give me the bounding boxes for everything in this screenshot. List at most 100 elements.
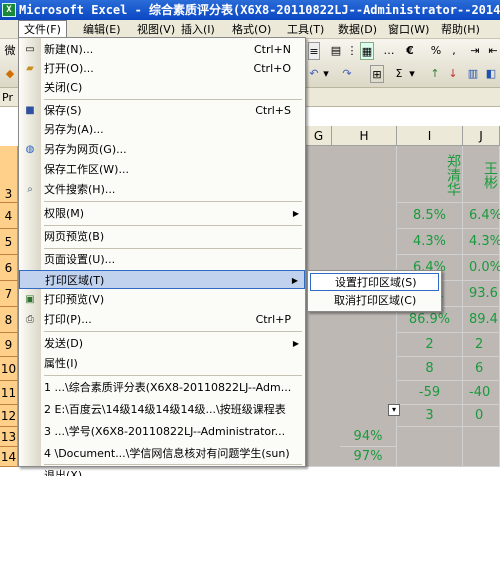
recent-file-4[interactable]: 4 \Document...\学信网信息核对有问题学生(sun): [19, 444, 305, 463]
menu-item-new[interactable]: ▭ 新建(N)... Ctrl+N: [19, 40, 305, 59]
cell-j-empty[interactable]: [463, 427, 500, 467]
cell-j[interactable]: 6.4%: [463, 203, 500, 229]
increase-decimal-icon[interactable]: ⇥: [468, 42, 482, 60]
cell-i[interactable]: 3: [397, 405, 463, 427]
row-header[interactable]: 9: [0, 333, 18, 357]
cell-j-name[interactable]: 王彬: [463, 146, 500, 203]
row-header[interactable]: 8: [0, 307, 18, 333]
recent-file-1[interactable]: 1 ...\综合素质评分表(X6X8-20110822LJ--Adm...: [19, 378, 305, 397]
cell-h[interactable]: 97%: [340, 447, 397, 467]
row-header[interactable]: 5: [0, 229, 18, 255]
cell-i[interactable]: 8.5%: [397, 203, 463, 229]
row-header[interactable]: 13: [0, 427, 18, 447]
bold-align-icon[interactable]: ▤: [330, 42, 342, 60]
open-folder-icon: ▰: [26, 63, 34, 74]
menu-separator: [44, 225, 302, 226]
cell-j[interactable]: 6: [463, 357, 500, 381]
column-header-j[interactable]: J: [463, 126, 500, 146]
cell-h[interactable]: 94%: [340, 427, 397, 447]
cell-j[interactable]: 2: [463, 333, 500, 357]
redo-icon[interactable]: ↷: [340, 65, 354, 83]
printer-icon: ⎙: [26, 314, 34, 325]
cell-j[interactable]: 89.4: [463, 307, 500, 333]
row-header[interactable]: 6: [0, 255, 18, 281]
autofill-options-icon[interactable]: ▾: [388, 404, 400, 416]
cell-i[interactable]: 8: [397, 357, 463, 381]
menu-item-print-preview[interactable]: ▣ 打印预览(V): [19, 290, 305, 309]
column-header-h[interactable]: H: [332, 126, 397, 146]
cell-j[interactable]: 0.0%: [463, 255, 500, 281]
menu-item-close[interactable]: 关闭(C): [19, 78, 305, 97]
row-header[interactable]: 12: [0, 405, 18, 427]
undo-icon[interactable]: ↶: [308, 65, 320, 83]
menu-item-exit[interactable]: 退出(X): [19, 466, 305, 476]
cell-j[interactable]: 0: [463, 405, 500, 427]
toolbar-separator-icon: ⋮: [346, 44, 358, 57]
percent-button[interactable]: %: [430, 42, 442, 60]
menu-item-open[interactable]: ▰ 打开(O)... Ctrl+O: [19, 59, 305, 78]
excel-app-icon: X: [2, 3, 16, 17]
menu-item-send[interactable]: 发送(D) ▶: [19, 334, 305, 353]
menu-item-save-workspace[interactable]: 保存工作区(W)...: [19, 160, 305, 179]
hyperlink-icon[interactable]: ⊞: [370, 65, 384, 83]
row-header[interactable]: 10: [0, 357, 18, 381]
menu-item-properties[interactable]: 属性(I): [19, 354, 305, 373]
cell-j[interactable]: 4.3%: [463, 229, 500, 255]
menu-item-web-preview[interactable]: 网页预览(B): [19, 227, 305, 246]
row-header[interactable]: 7: [0, 281, 18, 307]
column-header-i[interactable]: I: [397, 126, 463, 146]
research-icon[interactable]: ◆: [3, 65, 17, 83]
row-header[interactable]: 4: [0, 203, 18, 229]
menu-separator: [44, 99, 302, 100]
percent-style-icon[interactable]: ▦: [360, 42, 374, 60]
sort-descending-icon[interactable]: ↓: [446, 65, 460, 83]
row-header[interactable]: 14: [0, 447, 18, 467]
menu-item-print[interactable]: ⎙ 打印(P)... Ctrl+P: [19, 310, 305, 329]
drawing-icon[interactable]: ◧: [484, 65, 498, 83]
menu-help[interactable]: 帮助(H): [436, 20, 485, 39]
more-icon[interactable]: …: [378, 42, 400, 60]
recent-file-2[interactable]: 2 E:\百度云\14级14级14级14级...\按班级课程表: [19, 400, 305, 419]
new-file-icon: ▭: [25, 44, 35, 55]
cell-i[interactable]: 4.3%: [397, 229, 463, 255]
menu-item-print-area[interactable]: 打印区域(T) ▶: [19, 270, 305, 289]
sum-button[interactable]: Σ: [392, 65, 406, 83]
submenu-clear-print-area[interactable]: 取消打印区域(C): [310, 292, 439, 310]
toolbar-font-label[interactable]: 微: [3, 42, 17, 60]
chart-wizard-icon[interactable]: ▥: [466, 65, 480, 83]
menu-item-page-setup[interactable]: 页面设置(U)...: [19, 250, 305, 269]
row-header[interactable]: 11: [0, 381, 18, 405]
submenu-arrow-icon: ▶: [292, 209, 299, 218]
menu-separator: [44, 248, 302, 249]
currency-button[interactable]: €: [404, 42, 416, 60]
merge-center-icon[interactable]: ≡: [308, 42, 320, 60]
menu-data[interactable]: 数据(D): [333, 20, 382, 39]
menu-window[interactable]: 窗口(W): [383, 20, 434, 39]
recent-file-3[interactable]: 3 ...\学号(X6X8-20110822LJ--Administrator.…: [19, 422, 305, 441]
cell-i[interactable]: -59: [397, 381, 463, 405]
cell-i-name[interactable]: 郑清华: [397, 146, 463, 203]
file-menu: ▭ 新建(N)... Ctrl+N ▰ 打开(O)... Ctrl+O 关闭(C…: [18, 37, 306, 476]
name-box[interactable]: Pr: [2, 90, 18, 105]
sort-ascending-icon[interactable]: ↑: [428, 65, 442, 83]
sum-dropdown-icon[interactable]: ▾: [408, 65, 416, 83]
watermark: Baidu 经验: [300, 509, 475, 544]
submenu-set-print-area[interactable]: 设置打印区域(S): [310, 273, 439, 291]
menu-item-save-as[interactable]: 另存为(A)...: [19, 120, 305, 139]
menu-item-save[interactable]: ■ 保存(S) Ctrl+S: [19, 101, 305, 120]
cell-j[interactable]: 93.6: [463, 281, 500, 307]
print-preview-icon: ▣: [25, 294, 35, 305]
row-header[interactable]: 3: [0, 146, 18, 203]
menu-item-save-as-web[interactable]: ◍ 另存为网页(G)...: [19, 140, 305, 159]
menu-item-permission[interactable]: 权限(M) ▶: [19, 204, 305, 223]
column-header-g[interactable]: G: [306, 126, 332, 146]
file-search-icon: ⌕: [27, 184, 33, 195]
cell-i[interactable]: 2: [397, 333, 463, 357]
print-area-submenu: 设置打印区域(S) 取消打印区域(C): [307, 270, 442, 312]
comma-button[interactable]: ,: [450, 42, 458, 60]
undo-dropdown-icon[interactable]: ▾: [322, 65, 330, 83]
cell-i-empty[interactable]: [397, 427, 463, 467]
menu-item-file-search[interactable]: ⌕ 文件搜索(H)...: [19, 180, 305, 199]
cell-j[interactable]: -40: [463, 381, 500, 405]
decrease-decimal-icon[interactable]: ⇤: [486, 42, 500, 60]
